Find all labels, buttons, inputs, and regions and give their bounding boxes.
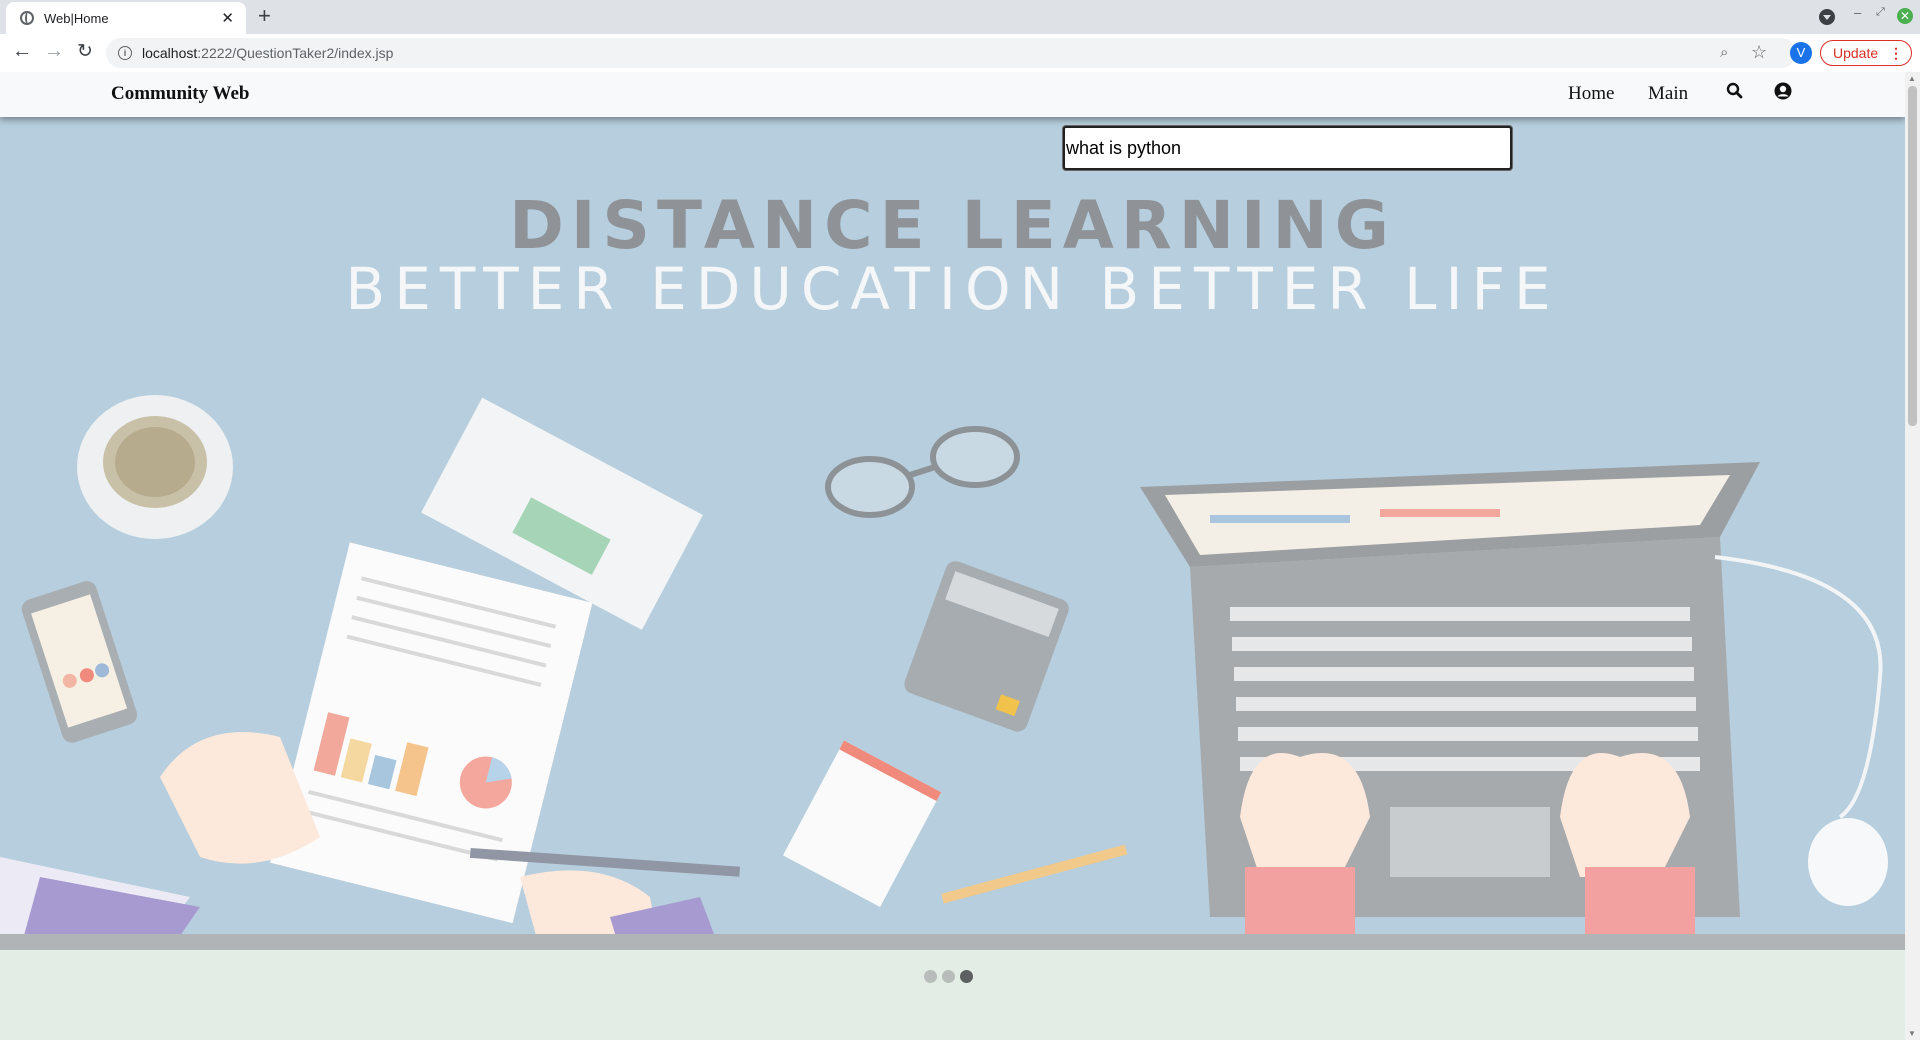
scroll-thumb[interactable] (1908, 86, 1917, 426)
carousel-dot-2[interactable] (942, 970, 955, 983)
restore-icon[interactable]: ⤢ (1876, 6, 1885, 19)
scroll-up-icon[interactable]: ▲ (1908, 74, 1916, 83)
hero-title: DISTANCE LEARNING (509, 187, 1396, 264)
zoom-icon[interactable]: ⌕ (1720, 44, 1728, 61)
bookmark-star-icon[interactable]: ☆ (1751, 42, 1767, 63)
close-tab-icon[interactable]: ✕ (221, 9, 234, 27)
hero-bottom-strip (0, 934, 1905, 950)
profile-avatar[interactable]: V (1790, 42, 1812, 64)
nav-home-link[interactable]: Home (1568, 83, 1614, 105)
scroll-down-icon[interactable]: ▼ (1908, 1029, 1916, 1038)
window-close-icon[interactable]: ✕ (1897, 8, 1913, 24)
hero-carousel-slide: DISTANCE LEARNING BETTER EDUCATION BETTE… (0, 117, 1905, 950)
site-brand[interactable]: Community Web (111, 83, 249, 105)
forward-icon[interactable]: → (44, 40, 64, 63)
browser-tab[interactable]: Web|Home ✕ (6, 2, 246, 34)
minimize-icon[interactable]: – (1854, 5, 1861, 20)
carousel-indicators (924, 970, 973, 983)
address-bar[interactable]: i localhost:2222/QuestionTaker2/index.js… (106, 38, 1796, 68)
nav-main-link[interactable]: Main (1648, 83, 1688, 105)
browser-toolbar: ← → ↻ i localhost:2222/QuestionTaker2/in… (0, 34, 1920, 73)
user-circle-icon[interactable] (1773, 81, 1793, 101)
page-viewport: Community Web Home Main what is python D… (0, 72, 1905, 1040)
browser-tabstrip: Web|Home ✕ + – ⤢ ✕ (0, 0, 1920, 34)
search-icon[interactable] (1725, 81, 1745, 101)
search-input[interactable] (1063, 126, 1512, 170)
carousel-dot-3[interactable] (960, 970, 973, 983)
update-button[interactable]: Update ⋮ (1820, 40, 1912, 66)
hero-subtitle: BETTER EDUCATION BETTER LIFE (345, 255, 1560, 323)
url-text[interactable]: localhost:2222/QuestionTaker2/index.jsp (142, 45, 393, 61)
page-scrollbar[interactable]: ▲ ▼ (1905, 72, 1920, 1040)
tab-title: Web|Home (44, 10, 109, 26)
menu-dots-icon: ⋮ (1889, 45, 1903, 61)
tab-search-icon[interactable] (1819, 9, 1835, 25)
carousel-dot-1[interactable] (924, 970, 937, 983)
new-tab-icon[interactable]: + (258, 3, 271, 29)
info-icon[interactable]: i (118, 46, 132, 60)
reload-icon[interactable]: ↻ (77, 40, 93, 63)
carousel-indicator-area (0, 950, 1905, 1040)
site-navbar: Community Web Home Main (0, 72, 1905, 117)
globe-icon (20, 11, 34, 25)
back-icon[interactable]: ← (12, 40, 32, 63)
